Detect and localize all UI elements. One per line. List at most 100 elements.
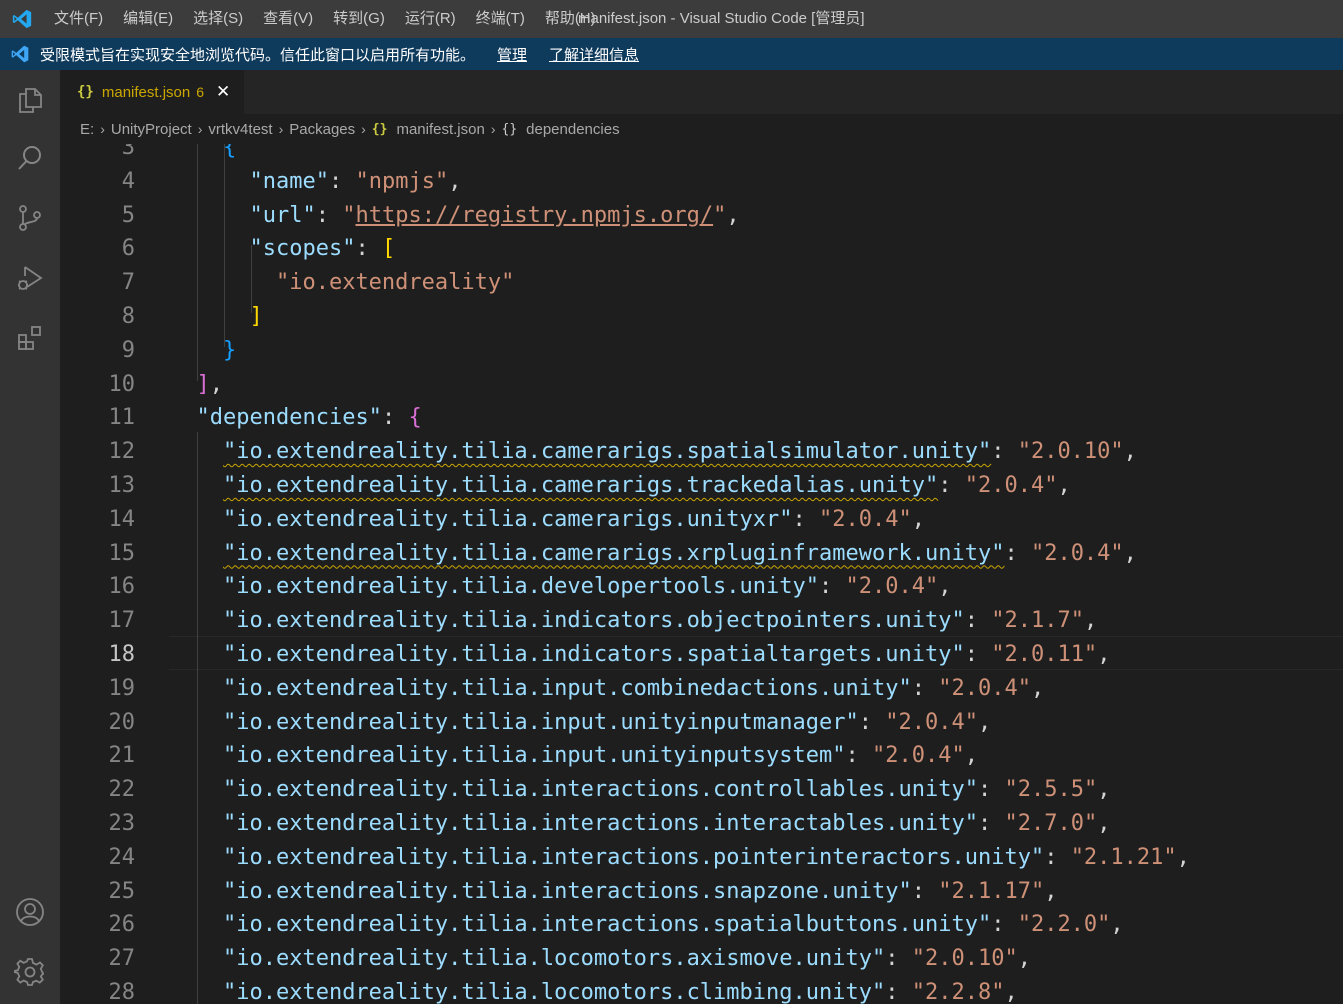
line-number: 24 bbox=[108, 844, 136, 870]
code-line[interactable]: 26 "io.extendreality.tilia.interactions.… bbox=[60, 908, 1343, 942]
code-line[interactable]: 8 ] bbox=[60, 300, 1343, 334]
json-file-icon: {} bbox=[77, 84, 94, 100]
code-line[interactable]: 15 "io.extendreality.tilia.camerarigs.xr… bbox=[60, 537, 1343, 571]
code-text: "io.extendreality.tilia.interactions.int… bbox=[222, 811, 1111, 836]
line-number: 4 bbox=[121, 168, 135, 194]
menu-go[interactable]: 转到(G) bbox=[323, 0, 395, 38]
code-text: "io.extendreality.tilia.locomotors.axism… bbox=[222, 946, 1031, 972]
line-number: 21 bbox=[108, 743, 136, 769]
line-number: 19 bbox=[108, 675, 136, 701]
line-number: 28 bbox=[108, 980, 136, 1004]
code-line[interactable]: 4 "name": "npmjs", bbox=[60, 165, 1343, 199]
code-line[interactable]: 22 "io.extendreality.tilia.interactions.… bbox=[60, 773, 1343, 807]
code-line[interactable]: 5 "url": "https://registry.npmjs.org/", bbox=[60, 199, 1343, 233]
extensions-icon[interactable] bbox=[0, 310, 60, 366]
line-number: 23 bbox=[108, 811, 136, 836]
code-text: } bbox=[222, 337, 237, 363]
menu-view[interactable]: 查看(V) bbox=[253, 0, 323, 38]
code-text: "io.extendreality.tilia.interactions.con… bbox=[222, 777, 1111, 803]
restricted-mode-banner: 受限模式旨在实现安全地浏览代码。信任此窗口以启用所有功能。 管理 了解详细信息 bbox=[0, 38, 1343, 70]
code-line[interactable]: 7 "io.extendreality" bbox=[60, 266, 1343, 300]
line-number: 10 bbox=[108, 371, 136, 397]
code-text: "io.extendreality.tilia.camerarigs.spati… bbox=[222, 439, 1137, 465]
line-number: 20 bbox=[108, 709, 136, 735]
search-icon[interactable] bbox=[0, 130, 60, 186]
accounts-icon[interactable] bbox=[0, 884, 60, 940]
code-editor[interactable]: 3 {4 "name": "npmjs", 5 "url": "https://r… bbox=[60, 144, 1343, 1004]
vscode-banner-icon bbox=[0, 38, 40, 70]
breadcrumb-folder-unityproject[interactable]: UnityProject bbox=[111, 121, 192, 138]
code-text: "io.extendreality.tilia.indicators.spati… bbox=[222, 642, 1111, 667]
line-number: 6 bbox=[121, 236, 135, 262]
breadcrumb-folder-packages[interactable]: Packages bbox=[289, 121, 355, 138]
code-line[interactable]: 18 "io.extendreality.tilia.indicators.sp… bbox=[60, 638, 1343, 672]
chevron-right-icon: › bbox=[490, 121, 496, 137]
code-text: "io.extendreality.tilia.camerarigs.unity… bbox=[222, 506, 925, 532]
code-line[interactable]: 11 "dependencies": { bbox=[60, 401, 1343, 435]
code-line[interactable]: 27 "io.extendreality.tilia.locomotors.ax… bbox=[60, 942, 1343, 976]
chevron-right-icon: › bbox=[197, 121, 203, 137]
code-line[interactable]: 19 "io.extendreality.tilia.input.combine… bbox=[60, 672, 1343, 706]
menu-help[interactable]: 帮助(H) bbox=[535, 0, 606, 38]
tab-manifest-json[interactable]: {} manifest.json 6 ✕ bbox=[60, 70, 244, 114]
code-text: "scopes": [ bbox=[249, 236, 396, 262]
line-number: 17 bbox=[108, 608, 136, 634]
line-number: 27 bbox=[108, 946, 136, 972]
line-number: 26 bbox=[108, 912, 136, 938]
code-text: ], bbox=[196, 371, 224, 397]
breadcrumb-folder-vrtkv4test[interactable]: vrtkv4test bbox=[208, 121, 272, 138]
vscode-logo-icon bbox=[0, 0, 44, 38]
code-text: "io.extendreality.tilia.interactions.sna… bbox=[222, 878, 1058, 904]
code-line[interactable]: 21 "io.extendreality.tilia.input.unityin… bbox=[60, 739, 1343, 773]
line-number: 7 bbox=[121, 270, 135, 296]
code-line[interactable]: 23 "io.extendreality.tilia.interactions.… bbox=[60, 807, 1343, 841]
code-line[interactable]: 25 "io.extendreality.tilia.interactions.… bbox=[60, 875, 1343, 909]
close-icon[interactable]: ✕ bbox=[216, 82, 230, 102]
code-text: "io.extendreality.tilia.interactions.poi… bbox=[222, 844, 1190, 870]
menu-file[interactable]: 文件(F) bbox=[44, 0, 113, 38]
menu-edit[interactable]: 编辑(E) bbox=[113, 0, 183, 38]
code-text: "io.extendreality" bbox=[275, 270, 515, 296]
code-text: "io.extendreality.tilia.interactions.spa… bbox=[222, 912, 1124, 938]
breadcrumb-drive[interactable]: E: bbox=[80, 121, 94, 138]
banner-message: 受限模式旨在实现安全地浏览代码。信任此窗口以启用所有功能。 bbox=[40, 46, 476, 64]
code-line[interactable]: 17 "io.extendreality.tilia.indicators.ob… bbox=[60, 604, 1343, 638]
line-number: 18 bbox=[108, 642, 136, 667]
line-number: 14 bbox=[108, 506, 136, 532]
code-text: "io.extendreality.tilia.developertools.u… bbox=[222, 574, 952, 600]
tab-label: manifest.json bbox=[101, 83, 191, 101]
code-text: "url": "https://registry.npmjs.org/", bbox=[249, 202, 740, 228]
run-debug-icon[interactable] bbox=[0, 250, 60, 306]
menu-selection[interactable]: 选择(S) bbox=[183, 0, 253, 38]
breadcrumb-symbol[interactable]: dependencies bbox=[526, 121, 619, 138]
chevron-right-icon: › bbox=[100, 121, 105, 137]
menu-terminal[interactable]: 终端(T) bbox=[466, 0, 535, 38]
settings-gear-icon[interactable] bbox=[0, 944, 60, 1000]
breadcrumb: E: › UnityProject › vrtkv4test › Package… bbox=[60, 114, 1343, 144]
code-line[interactable]: 9 } bbox=[60, 334, 1343, 368]
line-number: 16 bbox=[108, 574, 136, 600]
source-control-icon[interactable] bbox=[0, 190, 60, 246]
code-text: "name": "npmjs", bbox=[249, 168, 462, 194]
explorer-icon[interactable] bbox=[0, 72, 60, 128]
code-line[interactable]: 6 "scopes": [ bbox=[60, 232, 1343, 266]
code-text: "io.extendreality.tilia.input.unityinput… bbox=[222, 743, 978, 769]
code-line[interactable]: 16 "io.extendreality.tilia.developertool… bbox=[60, 570, 1343, 604]
code-line[interactable]: 28 "io.extendreality.tilia.locomotors.cl… bbox=[60, 976, 1343, 1004]
banner-learn-more-link[interactable]: 了解详细信息 bbox=[549, 44, 639, 65]
line-number: 15 bbox=[108, 540, 136, 566]
breadcrumb-file[interactable]: manifest.json bbox=[396, 121, 484, 138]
code-line[interactable]: 12 "io.extendreality.tilia.camerarigs.sp… bbox=[60, 435, 1343, 469]
code-line[interactable]: 13 "io.extendreality.tilia.camerarigs.tr… bbox=[60, 469, 1343, 503]
code-line[interactable]: 24 "io.extendreality.tilia.interactions.… bbox=[60, 841, 1343, 875]
code-line[interactable]: 10 ], bbox=[60, 368, 1343, 402]
code-line[interactable]: 20 "io.extendreality.tilia.input.unityin… bbox=[60, 706, 1343, 740]
title-bar: 文件(F) 编辑(E) 选择(S) 查看(V) 转到(G) 运行(R) 终端(T… bbox=[0, 0, 1343, 38]
editor-tabs: {} manifest.json 6 ✕ bbox=[60, 70, 1343, 114]
code-line[interactable]: 14 "io.extendreality.tilia.camerarigs.un… bbox=[60, 503, 1343, 537]
line-number: 5 bbox=[121, 202, 135, 228]
code-text: ] bbox=[249, 304, 263, 329]
code-line[interactable]: 3 { bbox=[60, 144, 1343, 165]
menu-run[interactable]: 运行(R) bbox=[395, 0, 466, 38]
banner-manage-link[interactable]: 管理 bbox=[497, 44, 527, 65]
